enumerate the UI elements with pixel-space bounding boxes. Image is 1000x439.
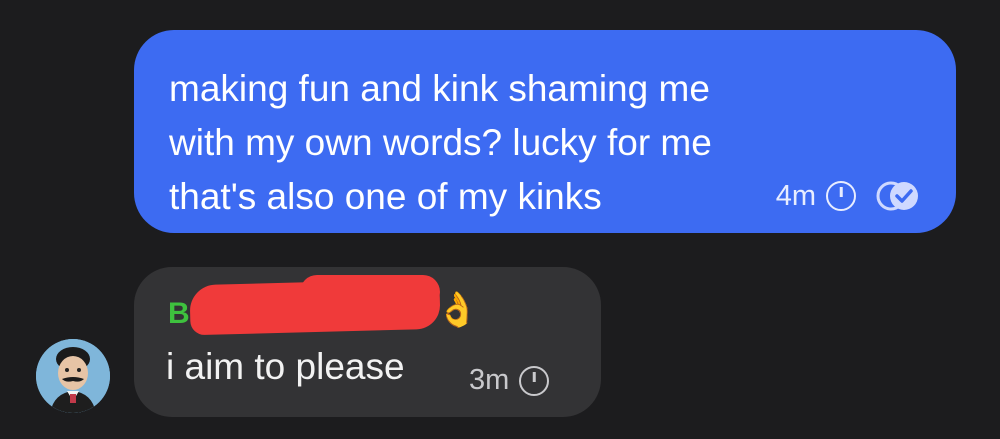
message-line: making fun and kink shaming me <box>169 68 710 109</box>
avatar[interactable] <box>36 339 110 413</box>
redaction-mark <box>189 278 441 336</box>
incoming-message-meta: 3m <box>469 364 550 397</box>
outgoing-message-time: 4m <box>775 179 816 212</box>
chat-screen: making fun and kink shaming me with my o… <box>0 0 1000 439</box>
ok-hand-emoji: 👌 <box>436 291 479 329</box>
outgoing-message-bubble[interactable]: making fun and kink shaming me with my o… <box>134 30 956 233</box>
clock-icon <box>519 365 550 396</box>
outgoing-message-meta: 4m <box>776 179 922 213</box>
clock-icon <box>826 181 856 211</box>
avatar-image <box>36 339 110 413</box>
sender-name[interactable]: B <box>168 297 190 331</box>
incoming-message-time: 3m <box>469 364 510 396</box>
incoming-message-text: i aim to please <box>166 346 405 387</box>
read-receipt-icon <box>874 179 922 213</box>
message-line: with my own words? lucky for me <box>169 122 712 163</box>
